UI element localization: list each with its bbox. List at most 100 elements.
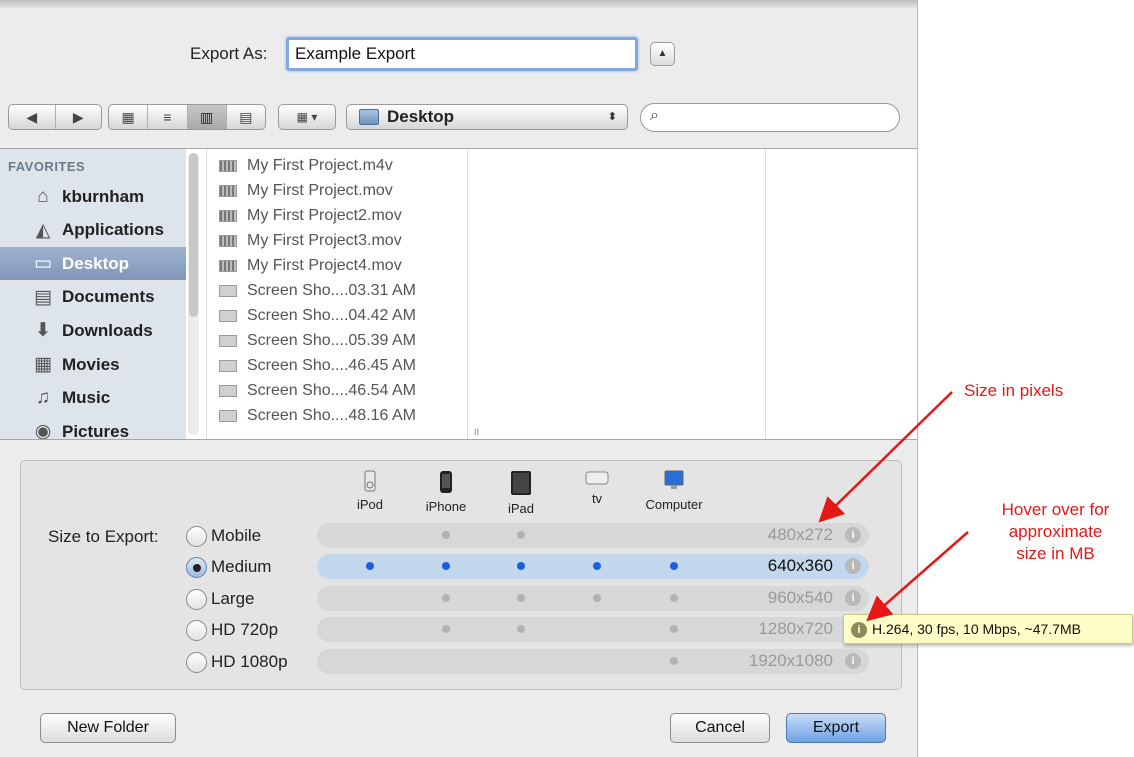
- movie-file-icon: [219, 159, 237, 172]
- radio-button[interactable]: [186, 651, 207, 673]
- sidebar-item-documents[interactable]: ▤ Documents: [0, 281, 186, 314]
- filename-input[interactable]: [286, 37, 638, 71]
- compat-dot-ipad: [517, 531, 525, 539]
- compat-dot-ipad: [517, 594, 525, 602]
- radio-button[interactable]: [186, 556, 207, 578]
- file-name: Screen Sho....05.39 AM: [247, 331, 416, 349]
- sidebar-item-music[interactable]: ♫ Music: [0, 382, 186, 415]
- back-button[interactable]: ◀: [9, 105, 56, 129]
- sidebar-item-label: Pictures: [62, 421, 130, 439]
- movie-file-icon: [219, 234, 237, 247]
- tooltip-text: H.264, 30 fps, 10 Mbps, ~47.7MB: [872, 621, 1081, 637]
- image-file-icon: [219, 309, 237, 322]
- arrange-menu-button[interactable]: ▦ ▾: [278, 104, 336, 130]
- device-ipad: iPad: [481, 470, 561, 516]
- image-file-icon: [219, 359, 237, 372]
- file-list-item[interactable]: My First Project3.mov: [207, 228, 469, 253]
- sidebar-item-downloads[interactable]: ⬇ Downloads: [0, 314, 186, 347]
- location-popup[interactable]: Desktop ⬍: [346, 104, 628, 130]
- file-list-item[interactable]: Screen Sho....46.54 AM: [207, 378, 469, 403]
- collapse-toggle-button[interactable]: ▲: [650, 42, 675, 66]
- size-option-label: Large: [211, 589, 255, 608]
- forward-button[interactable]: ▶: [56, 105, 102, 129]
- radio-button[interactable]: [186, 525, 207, 547]
- resolution-label: 1920x1080: [748, 651, 833, 670]
- sidebar-item-label: Documents: [62, 287, 155, 307]
- file-list-item[interactable]: Screen Sho....48.16 AM: [207, 403, 469, 428]
- annotation-hover-tip: Hover over for approximate size in MB: [978, 499, 1133, 565]
- downloads-icon: ⬇: [35, 320, 51, 342]
- file-name: My First Project.m4v: [247, 156, 393, 174]
- info-icon[interactable]: i: [845, 590, 861, 606]
- size-option-label: HD 720p: [211, 620, 279, 639]
- column-view-button[interactable]: ▥: [187, 105, 227, 129]
- cancel-button[interactable]: Cancel: [670, 713, 770, 743]
- view-mode-group: ▦ ≡ ▥ ▤: [108, 104, 266, 130]
- device-apple-tv: tv: [557, 470, 637, 506]
- size-option-large[interactable]: Large: [186, 585, 254, 613]
- image-file-icon: [219, 384, 237, 397]
- info-icon[interactable]: i: [845, 653, 861, 669]
- file-list-item[interactable]: My First Project.mov: [207, 178, 469, 203]
- compat-dot-iphone: [442, 562, 450, 570]
- sidebar-scrollbar-thumb[interactable]: [189, 153, 198, 317]
- compat-dot-ipad: [517, 562, 525, 570]
- sidebar-item-movies[interactable]: ▦ Movies: [0, 348, 186, 381]
- icon-view-button[interactable]: ▦: [109, 105, 149, 129]
- pictures-icon: ◉: [34, 421, 52, 439]
- device-ipod: iPod: [330, 470, 410, 512]
- info-icon[interactable]: i: [845, 527, 861, 543]
- desktop-icon: ▭: [34, 253, 52, 275]
- sidebar-item-applications[interactable]: ◭ Applications: [0, 214, 186, 247]
- size-option-hd-1080p[interactable]: HD 1080p: [186, 648, 288, 676]
- annotation-line: size in MB: [1016, 544, 1095, 563]
- sidebar-item-label: Desktop: [62, 253, 130, 273]
- compat-dot-iphone: [442, 531, 450, 539]
- radio-button[interactable]: [186, 619, 207, 641]
- resolution-label: 1280x720: [758, 619, 833, 638]
- info-icon: i: [851, 622, 867, 638]
- column-resize-handle[interactable]: II: [474, 427, 479, 437]
- compat-dot-iphone: [442, 594, 450, 602]
- compat-dot-computer: [670, 625, 678, 633]
- music-icon: ♫: [35, 387, 51, 409]
- sidebar-item-label: Music: [62, 388, 111, 408]
- size-compat-bar: 480x272 i: [317, 523, 869, 548]
- sidebar-item-kburnham[interactable]: ⌂ kburnham: [0, 180, 186, 213]
- compat-dot-ipod: [366, 562, 374, 570]
- export-button[interactable]: Export: [786, 713, 886, 743]
- file-list-item[interactable]: Screen Sho....46.45 AM: [207, 353, 469, 378]
- search-icon: ⌕: [650, 107, 659, 124]
- device-label: iPhone: [425, 499, 467, 514]
- compat-dot-ipad: [517, 625, 525, 633]
- device-label: Computer: [645, 497, 703, 512]
- size-option-mobile[interactable]: Mobile: [186, 522, 261, 550]
- file-list-item[interactable]: Screen Sho....05.39 AM: [207, 328, 469, 353]
- new-folder-button[interactable]: New Folder: [40, 713, 176, 743]
- cover-flow-button[interactable]: ▤: [227, 105, 265, 129]
- list-view-button[interactable]: ≡: [148, 105, 188, 129]
- image-file-icon: [219, 284, 237, 297]
- info-icon[interactable]: i: [845, 558, 861, 574]
- file-column: My First Project.m4v My First Project.mov…: [206, 149, 468, 439]
- search-input[interactable]: [640, 103, 900, 132]
- location-label: Desktop: [387, 107, 455, 126]
- size-option-hd-720p[interactable]: HD 720p: [186, 616, 278, 644]
- resolution-label: 960x540: [767, 588, 833, 607]
- file-list-item[interactable]: My First Project.m4v: [207, 153, 469, 178]
- file-list-item[interactable]: My First Project4.mov: [207, 253, 469, 278]
- file-list-item[interactable]: Screen Sho....03.31 AM: [207, 278, 469, 303]
- sidebar-item-label: Movies: [62, 354, 120, 374]
- image-file-icon: [219, 409, 237, 422]
- file-list-item[interactable]: Screen Sho....04.42 AM: [207, 303, 469, 328]
- image-file-icon: [219, 334, 237, 347]
- size-to-export-label: Size to Export:: [48, 527, 159, 546]
- radio-button[interactable]: [186, 588, 207, 610]
- size-option-medium[interactable]: Medium: [186, 553, 271, 581]
- sidebar-item-desktop[interactable]: ▭ Desktop: [0, 247, 186, 281]
- resolution-label: 640x360: [767, 556, 833, 575]
- resolution-label: 480x272: [767, 525, 833, 544]
- sidebar-item-pictures[interactable]: ◉ Pictures: [0, 415, 186, 439]
- annotation-line: Hover over for: [1001, 500, 1110, 519]
- file-list-item[interactable]: My First Project2.mov: [207, 203, 469, 228]
